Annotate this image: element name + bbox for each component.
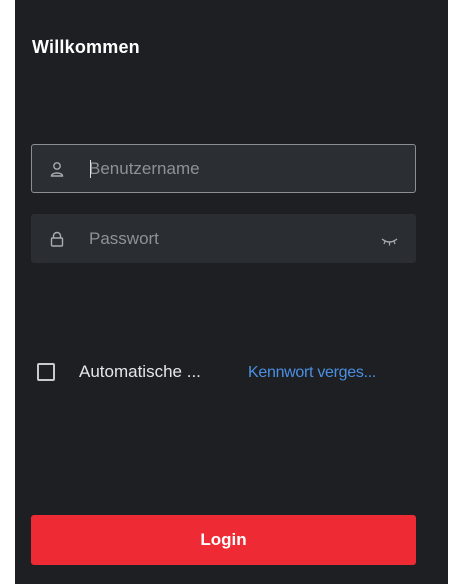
login-panel: Willkommen Aut xyxy=(15,0,448,584)
text-cursor xyxy=(90,160,91,178)
username-field[interactable] xyxy=(31,144,416,193)
lock-icon xyxy=(50,231,64,247)
remember-label: Automatische ... xyxy=(79,362,201,381)
user-icon xyxy=(50,161,64,177)
forgot-password-link[interactable]: Kennwort verges... xyxy=(248,364,376,382)
page-title: Willkommen xyxy=(32,37,140,57)
password-field[interactable] xyxy=(31,214,416,263)
login-button[interactable]: Login xyxy=(31,515,416,565)
username-input[interactable] xyxy=(89,158,369,179)
remember-me[interactable]: Automatische ... xyxy=(37,362,201,382)
remember-checkbox[interactable] xyxy=(37,363,55,381)
eye-closed-icon[interactable] xyxy=(381,234,398,246)
password-input[interactable] xyxy=(89,228,369,249)
